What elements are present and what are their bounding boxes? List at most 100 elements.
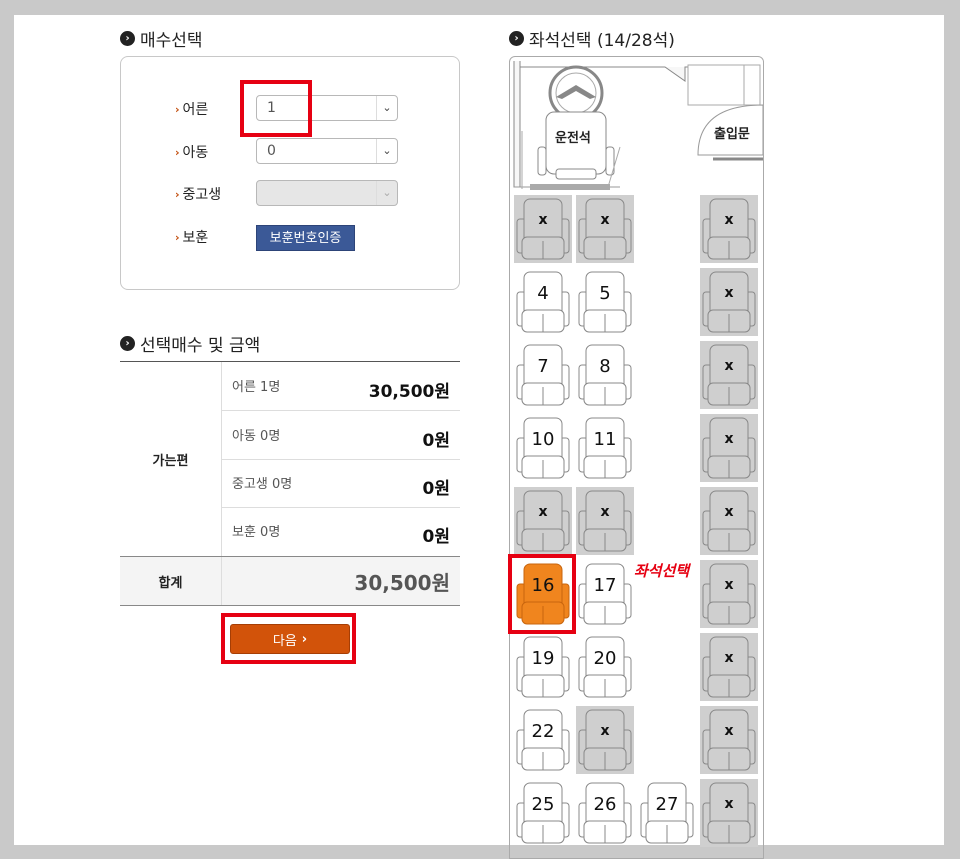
seat-number: 4 (537, 283, 549, 304)
seat-15: x (700, 487, 758, 555)
seat-number: x (724, 504, 734, 520)
seat-number: x (600, 504, 610, 520)
seat-number: x (724, 723, 734, 739)
seat-23: x (576, 706, 634, 774)
seat-number: 19 (531, 648, 555, 669)
adult-label: › 어른 (175, 102, 209, 118)
seat-17[interactable]: 17 (576, 560, 634, 628)
summary-section-title: › 선택매수 및 금액 (120, 331, 260, 356)
seat-number: x (724, 431, 734, 447)
seat-number: 25 (531, 794, 555, 815)
seat-section-title: › 좌석선택 (14/28석) (509, 26, 675, 51)
seat-number: 8 (599, 356, 611, 377)
seat-icon (700, 414, 758, 482)
chevron-right-icon: › (301, 631, 308, 647)
seat-number: 11 (593, 429, 617, 450)
seat-icon (514, 195, 572, 263)
seat-select-note: 좌석선택 (634, 562, 690, 580)
seat-number: x (600, 723, 610, 739)
child-label: › 아동 (175, 145, 209, 161)
seat-number: x (600, 212, 610, 228)
ticket-section-title-text: 매수선택 (140, 31, 203, 51)
summary-row-child: 아동 0명 0원 (222, 411, 460, 460)
seat-9: x (700, 341, 758, 409)
seat-14: x (576, 487, 634, 555)
chevron-down-icon: ⌄ (376, 139, 397, 163)
chevron-right-icon: › (175, 102, 180, 116)
seat-27[interactable]: 27 (638, 779, 696, 847)
chevron-circle-icon: › (120, 336, 135, 351)
seat-26[interactable]: 26 (576, 779, 634, 847)
seat-18: x (700, 560, 758, 628)
seat-2: x (576, 195, 634, 263)
ticket-section-title: › 매수선택 (120, 26, 203, 51)
veteran-label: › 보훈 (175, 230, 209, 246)
child-count-select[interactable]: 0 ⌄ (256, 138, 398, 164)
seat-number: x (724, 650, 734, 666)
seat-section-title-text: 좌석선택 (14/28석) (529, 31, 675, 51)
door-label: 출입문 (714, 127, 750, 142)
seat-icon (700, 195, 758, 263)
seat-number: 17 (593, 575, 617, 596)
next-button[interactable]: 다음 › (230, 624, 350, 654)
chevron-circle-icon: › (120, 31, 135, 46)
direction-label: 가는편 (120, 362, 222, 556)
student-count-select[interactable]: ⌄ (256, 180, 398, 206)
seat-10[interactable]: 10 (514, 414, 572, 482)
seat-12: x (700, 414, 758, 482)
seat-number: 7 (537, 356, 549, 377)
seat-number: x (538, 504, 548, 520)
summary-row-veteran: 보훈 0명 0원 (232, 525, 450, 547)
seat-number: 22 (531, 721, 555, 742)
seat-5[interactable]: 5 (576, 268, 634, 336)
summary-row-adult: 어른 1명 30,500원 (222, 362, 460, 411)
seat-number: x (724, 212, 734, 228)
seat-21: x (700, 633, 758, 701)
total-amount: 30,500원 (354, 571, 450, 595)
seat-25[interactable]: 25 (514, 779, 572, 847)
seat-icon (700, 268, 758, 336)
seat-icon (514, 487, 572, 555)
seat-number: 5 (599, 283, 611, 304)
seat-icon (700, 706, 758, 774)
seat-icon (700, 633, 758, 701)
seat-3: x (700, 195, 758, 263)
seat-number: x (724, 285, 734, 301)
seat-22[interactable]: 22 (514, 706, 572, 774)
seat-13: x (514, 487, 572, 555)
seat-number: x (538, 212, 548, 228)
seat-icon (700, 560, 758, 628)
seat-4[interactable]: 4 (514, 268, 572, 336)
chevron-down-icon: ⌄ (376, 96, 397, 120)
seat-7[interactable]: 7 (514, 341, 572, 409)
seat-number: 27 (655, 794, 679, 815)
seat-19[interactable]: 19 (514, 633, 572, 701)
seat-number: x (724, 796, 734, 812)
seat-8[interactable]: 8 (576, 341, 634, 409)
seat-1: x (514, 195, 572, 263)
seat-icon (700, 487, 758, 555)
chevron-right-icon: › (175, 187, 180, 201)
seat-11[interactable]: 11 (576, 414, 634, 482)
highlight-box-selected-seat (508, 554, 576, 634)
seat-icon (700, 779, 758, 847)
seat-number: x (724, 358, 734, 374)
chevron-right-icon: › (175, 145, 180, 159)
seat-20[interactable]: 20 (576, 633, 634, 701)
seat-icon (576, 487, 634, 555)
chevron-circle-icon: › (509, 31, 524, 46)
seat-number: 26 (593, 794, 617, 815)
driver-seat-label: 운전석 (555, 131, 591, 146)
summary-section-title-text: 선택매수 및 금액 (140, 336, 261, 356)
chevron-right-icon: › (175, 230, 180, 244)
summary-row-student: 중고생 0명 0원 (222, 459, 460, 508)
summary-total-row: 합계 30,500원 (120, 556, 460, 606)
price-summary-table: 가는편 어른 1명 30,500원 아동 0명 0원 중고생 0명 0원 보훈 0명 0… (120, 361, 460, 606)
total-label: 합계 (120, 557, 222, 605)
highlight-box-adult (240, 80, 312, 137)
seat-number: 20 (593, 648, 617, 669)
chevron-down-icon: ⌄ (376, 181, 397, 205)
veteran-verify-button[interactable]: 보훈번호인증 (256, 225, 355, 251)
seat-28: x (700, 779, 758, 847)
seat-number: 10 (531, 429, 555, 450)
